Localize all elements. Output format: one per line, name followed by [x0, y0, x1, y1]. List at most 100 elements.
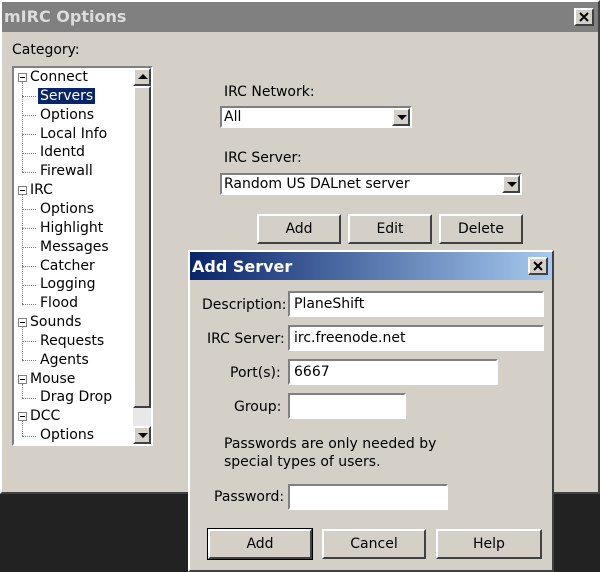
dialog-title: Add Server: [192, 257, 293, 276]
tree-item-label: Local Info: [40, 125, 108, 142]
tree-child-item[interactable]: Catcher: [40, 257, 95, 276]
tree-item-label: Options: [40, 427, 95, 444]
irc-server-select[interactable]: Random US DALnet server: [220, 173, 522, 195]
password-note-line2: special types of users.: [224, 454, 381, 470]
group-field[interactable]: [288, 393, 406, 419]
tree-child-item[interactable]: Agents: [40, 351, 89, 370]
tree-item-label: Servers: [38, 87, 96, 104]
tree-item-label: Highlight: [40, 219, 104, 236]
up-arrow-icon: [138, 74, 148, 79]
irc-server-field-label: IRC Server:: [207, 331, 285, 347]
tree-scrollbar[interactable]: [133, 68, 151, 444]
tree-connector: [22, 82, 23, 172]
description-label: Description:: [202, 297, 287, 313]
down-arrow-icon: [138, 433, 148, 438]
collapse-toggle-icon[interactable]: [18, 374, 27, 384]
collapse-toggle-icon[interactable]: [18, 186, 27, 196]
tree-child-item[interactable]: Logging: [40, 275, 96, 294]
tree-connector: [22, 383, 23, 398]
tree-child-item[interactable]: Options: [40, 426, 95, 444]
tree-item-label: Firewall: [40, 163, 93, 180]
tree-item-label: Catcher: [40, 257, 95, 274]
tree-connector: [22, 209, 36, 211]
group-label: Group:: [234, 399, 282, 415]
close-icon: [579, 12, 589, 22]
tree-item-label: IRC: [30, 182, 53, 199]
password-note-line1: Passwords are only needed by: [224, 436, 437, 452]
tree-child-item[interactable]: Flood: [40, 294, 78, 313]
tree-connector: [22, 327, 23, 361]
delete-button[interactable]: Delete: [439, 214, 523, 244]
tree-connector: [22, 421, 23, 436]
irc-network-label: IRC Network:: [224, 84, 315, 100]
irc-server-field[interactable]: irc.freenode.net: [288, 325, 544, 351]
dialog-cancel-button[interactable]: Cancel: [322, 529, 426, 559]
tree-child-item[interactable]: Local Info: [40, 125, 107, 144]
scroll-up-button[interactable]: [133, 68, 151, 86]
close-button[interactable]: [574, 8, 594, 26]
window-title: mIRC Options: [4, 7, 127, 26]
tree-child-item[interactable]: Requests: [40, 332, 104, 351]
tree-connector: [22, 341, 36, 343]
category-tree[interactable]: Connect Servers Options Local Info Identd Fir…: [12, 66, 153, 446]
tree-item-label: Connect: [30, 69, 88, 85]
dialog-help-button[interactable]: Help: [436, 529, 542, 559]
tree-connector: [22, 133, 36, 135]
tree-connector: [22, 247, 36, 249]
collapse-toggle-icon[interactable]: [18, 412, 27, 422]
tree-item-label: Messages: [40, 238, 109, 255]
ports-value: 6667: [294, 364, 330, 380]
irc-network-select[interactable]: All: [220, 106, 412, 128]
tree-connector: [22, 171, 36, 173]
ports-field[interactable]: 6667: [288, 359, 498, 385]
irc-server-value: Random US DALnet server: [224, 176, 410, 192]
tree-child-item[interactable]: Firewall: [40, 162, 93, 181]
tree-item-label: Requests: [40, 332, 105, 349]
title-bar: mIRC Options: [2, 2, 598, 32]
tree-item-label: Drag Drop: [40, 389, 113, 406]
password-label: Password:: [214, 489, 285, 505]
tree-item-label: Logging: [40, 276, 96, 293]
tree-child-item[interactable]: Messages: [40, 238, 109, 257]
tree-connector: [22, 360, 36, 362]
irc-server-field-value: irc.freenode.net: [294, 330, 406, 346]
tree-item-label: Options: [40, 106, 95, 123]
description-field[interactable]: PlaneShift: [288, 291, 544, 317]
tree-child-item[interactable]: Drag Drop: [40, 388, 112, 407]
tree-connector: [22, 435, 36, 437]
chevron-down-icon[interactable]: [502, 175, 520, 193]
category-label: Category:: [12, 42, 80, 58]
tree-item-label: Identd: [40, 144, 85, 161]
tree-connector: [22, 303, 36, 305]
add-button[interactable]: Add: [257, 214, 341, 244]
tree-child-item[interactable]: Servers: [38, 87, 96, 106]
edit-button[interactable]: Edit: [348, 214, 432, 244]
scroll-down-button[interactable]: [133, 426, 151, 444]
tree-item-label: Flood: [40, 295, 78, 312]
tree-child-item[interactable]: Options: [40, 106, 94, 125]
close-icon: [533, 261, 543, 271]
add-server-dialog: Add Server Description: PlaneShift IRC S…: [188, 250, 554, 572]
dialog-close-button[interactable]: [528, 257, 548, 275]
scroll-thumb[interactable]: [133, 86, 151, 408]
tree-connector: [22, 115, 36, 117]
tree-connector: [22, 152, 36, 154]
tree-child-item[interactable]: Highlight: [40, 219, 103, 238]
ports-label: Port(s):: [230, 365, 281, 381]
tree-connector: [22, 96, 36, 98]
password-field[interactable]: [288, 484, 448, 510]
tree-item-label: Agents: [40, 351, 89, 368]
collapse-toggle-icon[interactable]: [18, 318, 27, 328]
tree-child-item[interactable]: Identd: [40, 143, 85, 162]
tree-connector: [22, 397, 36, 399]
tree-child-item[interactable]: Options: [40, 200, 94, 219]
dialog-add-button[interactable]: Add: [207, 528, 313, 560]
irc-network-value: All: [224, 109, 242, 125]
description-value: PlaneShift: [294, 296, 365, 312]
collapse-toggle-icon[interactable]: [18, 73, 27, 82]
tree-connector: [22, 265, 36, 267]
chevron-down-icon[interactable]: [392, 108, 410, 126]
tree-connector: [22, 195, 23, 304]
tree-item-label: Sounds: [30, 314, 82, 331]
dialog-title-bar: Add Server: [190, 252, 552, 280]
